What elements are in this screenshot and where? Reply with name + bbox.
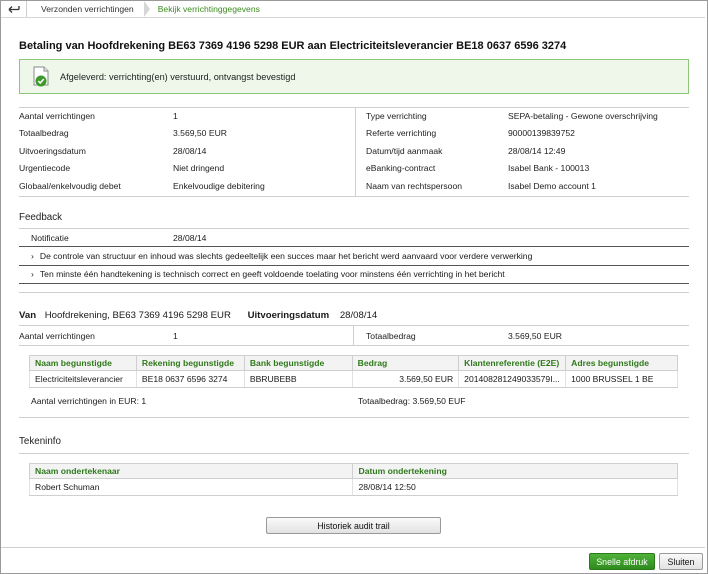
detail-value: Isabel Demo account 1 (508, 181, 596, 191)
status-text: Afgeleverd: verrichting(en) verstuurd, o… (60, 71, 296, 82)
detail-label: Naam van rechtspersoon (366, 181, 463, 191)
chevron-right-icon: › (31, 251, 34, 261)
column-divider (355, 108, 356, 196)
detail-value: Enkelvoudige debitering (173, 181, 265, 191)
detail-value: 28/08/14 12:49 (508, 146, 566, 156)
column-header[interactable]: Datum ondertekening (352, 463, 678, 479)
detail-value: 1 (173, 111, 178, 121)
amount: 3.569,50 EUR (351, 370, 460, 388)
divider (19, 345, 689, 346)
detail-label: Type verrichting (366, 111, 427, 121)
status-banner: Afgeleverd: verrichting(en) verstuurd, o… (19, 59, 689, 94)
breadcrumb: Verzonden verrichtingen Bekijk verrichti… (1, 1, 705, 18)
signer-name: Robert Schuman (28, 478, 354, 496)
quick-print-button[interactable]: Snelle afdruk (589, 553, 655, 570)
table-row[interactable]: Electriciteitsleverancier BE18 0637 6596… (29, 370, 678, 388)
notification-label: Notificatie (31, 233, 69, 243)
detail-value: Niet dringend (173, 163, 225, 173)
divider (19, 417, 689, 418)
column-header[interactable]: Naam begunstigde (29, 355, 137, 371)
divider (19, 283, 689, 284)
breadcrumb-view-transaction: Bekijk verrichtinggegevens (157, 4, 260, 14)
divider (19, 228, 689, 229)
detail-value: 28/08/14 (173, 146, 207, 156)
count-value: 1 (173, 331, 178, 341)
back-button[interactable] (1, 1, 27, 17)
detail-label: Datum/tijd aanmaak (366, 146, 443, 156)
feedback-message-text: Ten minste één handtekening is technisch… (39, 269, 505, 279)
divider (19, 453, 689, 454)
feedback-message: › Ten minste één handtekening is technisc… (31, 269, 505, 279)
document-check-icon (33, 66, 49, 86)
divider (19, 196, 689, 197)
beneficiaries-table: Naam begunstigde Rekening begunstigde Ba… (29, 355, 678, 388)
column-header[interactable]: Rekening begunstigde (135, 355, 245, 371)
signature-date: 28/08/14 12:50 (352, 478, 678, 496)
detail-label: Totaalbedrag (19, 128, 69, 138)
breadcrumb-sent-transactions[interactable]: Verzonden verrichtingen (27, 1, 150, 17)
detail-label: eBanking-contract (366, 163, 436, 173)
detail-value: SEPA-betaling - Gewone overschrijving (508, 111, 658, 121)
divider (19, 265, 689, 266)
beneficiary-account: BE18 0637 6596 3274 (135, 370, 245, 388)
divider (19, 246, 689, 247)
divider (19, 292, 689, 293)
table-header-row: Naam begunstigde Rekening begunstigde Ba… (29, 355, 678, 371)
notification-date: 28/08/14 (173, 233, 207, 243)
column-header[interactable]: Bank begunstigde (243, 355, 353, 371)
detail-label: Uitvoeringsdatum (19, 146, 86, 156)
detail-label: Aantal verrichtingen (19, 111, 95, 121)
table-row[interactable]: Robert Schuman 28/08/14 12:50 (28, 478, 678, 496)
table-header-row: Naam ondertekenaar Datum ondertekening (28, 463, 678, 479)
table-footer-count: Aantal verrichtingen in EUR: 1 (31, 396, 147, 406)
divider (19, 325, 689, 326)
column-header[interactable]: Adres begunstigde (565, 355, 678, 371)
close-button[interactable]: Sluiten (659, 553, 703, 570)
chevron-right-icon: › (31, 269, 34, 279)
beneficiary-name: Electriciteitsleverancier (29, 370, 137, 388)
column-divider (353, 326, 354, 345)
total-value: 3.569,50 EUR (508, 331, 562, 341)
beneficiary-address: 1000 BRUSSEL 1 BE (565, 370, 678, 388)
beneficiary-bank: BBRUBEBB (243, 370, 353, 388)
execution-date-label: Uitvoeringsdatum (247, 310, 330, 321)
feedback-message: › De controle van structuur en inhoud was… (31, 251, 532, 261)
detail-label: Urgentiecode (19, 163, 71, 173)
feedback-title: Feedback (19, 212, 63, 223)
detail-label: Referte verrichting (366, 128, 437, 138)
signature-info-title: Tekeninfo (19, 436, 61, 447)
column-header[interactable]: Klantenreferentie (E2E) (458, 355, 567, 371)
execution-date: 28/08/14 (339, 310, 378, 321)
feedback-message-text: De controle van structuur en inhoud was … (39, 251, 533, 261)
page-title: Betaling van Hoofdrekening BE63 7369 419… (19, 40, 567, 52)
source-account: Hoofdrekening, BE63 7369 4196 5298 EUR (44, 310, 231, 321)
detail-value: 90000139839752 (508, 128, 575, 138)
source-account-row: Van Hoofdrekening, BE63 7369 4196 5298 E… (19, 310, 377, 321)
signatures-table: Naam ondertekenaar Datum ondertekening R… (28, 463, 678, 496)
table-footer-total: Totaalbedrag: 3.569,50 EUF (358, 396, 466, 406)
source-label: Van (19, 310, 37, 321)
column-header[interactable]: Bedrag (351, 355, 460, 371)
detail-value: Isabel Bank - 100013 (508, 163, 590, 173)
customer-reference: 201408281249033579I... (458, 370, 567, 388)
back-arrow-icon (8, 5, 20, 13)
detail-value: 3.569,50 EUR (173, 128, 227, 138)
total-label: Totaalbedrag (366, 331, 416, 341)
column-header[interactable]: Naam ondertekenaar (28, 463, 354, 479)
audit-trail-button[interactable]: Historiek audit trail (266, 517, 441, 534)
detail-label: Globaal/enkelvoudig debet (19, 181, 121, 191)
count-label: Aantal verrichtingen (19, 331, 95, 341)
divider (19, 107, 689, 108)
